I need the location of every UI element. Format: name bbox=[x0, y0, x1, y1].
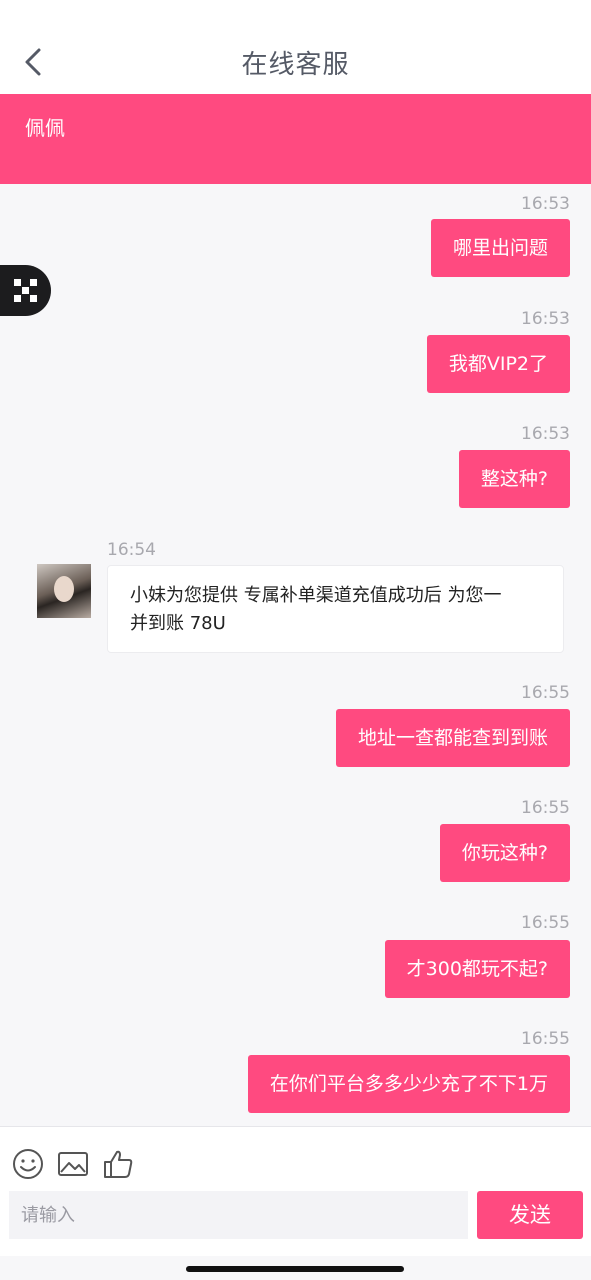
smiley-icon[interactable] bbox=[11, 1147, 45, 1181]
top-bar: 在线客服 bbox=[0, 0, 591, 94]
agent-avatar[interactable] bbox=[37, 564, 91, 618]
home-indicator-area bbox=[0, 1256, 591, 1280]
thumbs-up-icon[interactable] bbox=[101, 1147, 135, 1181]
message-timestamp: 16:55 bbox=[521, 683, 570, 703]
outgoing-message[interactable]: 哪里出问题 bbox=[430, 219, 570, 277]
message-timestamp: 16:53 bbox=[521, 194, 570, 214]
outgoing-message[interactable]: 才300都玩不起? bbox=[384, 940, 570, 998]
message-timestamp: 16:55 bbox=[521, 913, 570, 933]
incoming-message-line: 并到账 78U bbox=[130, 613, 226, 634]
message-timestamp: 16:55 bbox=[521, 798, 570, 818]
outgoing-message[interactable]: 地址一查都能查到到账 bbox=[335, 709, 570, 767]
composer-area: 发送 bbox=[0, 1126, 591, 1257]
floating-menu-button[interactable] bbox=[0, 265, 51, 316]
home-indicator[interactable] bbox=[186, 1266, 404, 1272]
qr-grid-icon bbox=[14, 279, 37, 302]
avatar-face bbox=[54, 576, 74, 602]
send-button[interactable]: 发送 bbox=[477, 1191, 583, 1239]
outgoing-message[interactable]: 我都VIP2了 bbox=[426, 335, 570, 393]
outgoing-message[interactable]: 整这种? bbox=[458, 450, 570, 508]
incoming-message-line: 小妹为您提供 专属补单渠道充值成功后 为您一 bbox=[130, 585, 502, 606]
message-timestamp: 16:54 bbox=[107, 540, 156, 560]
page-title: 在线客服 bbox=[241, 50, 350, 80]
image-icon[interactable] bbox=[56, 1147, 90, 1181]
agent-banner: 佩佩 bbox=[0, 94, 591, 184]
message-timestamp: 16:53 bbox=[521, 309, 570, 329]
chat-messages[interactable]: 16:53 哪里出问题 16:53 我都VIP2了 16:53 整这种? 16:… bbox=[0, 184, 591, 1126]
message-input[interactable] bbox=[9, 1191, 468, 1239]
outgoing-message[interactable]: 你玩这种? bbox=[439, 824, 570, 882]
message-timestamp: 16:53 bbox=[521, 424, 570, 444]
outgoing-message[interactable]: 在你们平台多多少少充了不下1万 bbox=[247, 1055, 570, 1113]
agent-name: 佩佩 bbox=[25, 116, 65, 140]
message-timestamp: 16:55 bbox=[521, 1029, 570, 1049]
incoming-message[interactable]: 小妹为您提供 专属补单渠道充值成功后 为您一 并到账 78U bbox=[107, 565, 564, 653]
